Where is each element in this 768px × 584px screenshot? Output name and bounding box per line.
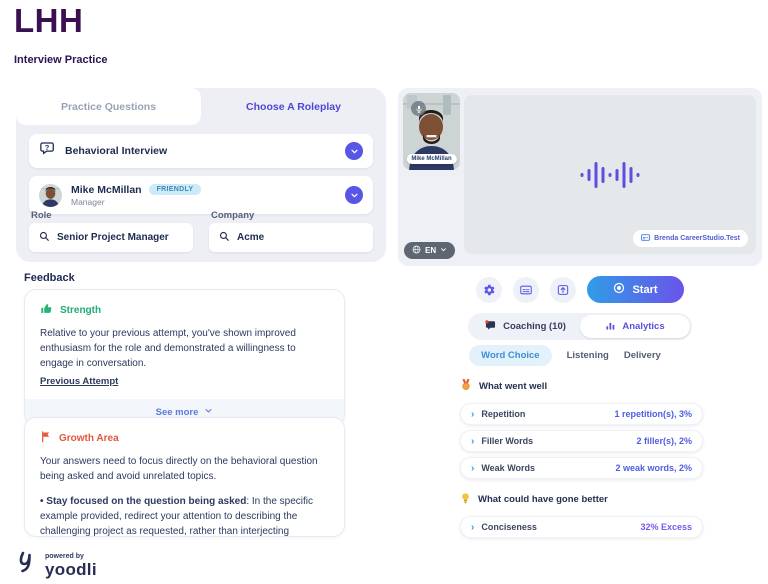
account-pill[interactable]: Brenda CareerStudio.Test	[633, 230, 748, 247]
strength-title: Strength	[60, 305, 101, 316]
persona-dropdown[interactable]: Mike McMillan FRIENDLY Manager	[29, 176, 373, 214]
role-input[interactable]: Senior Project Manager	[29, 223, 193, 252]
subtab-word-choice[interactable]: Word Choice	[469, 345, 551, 366]
record-icon	[613, 282, 625, 297]
persona-subtitle: Manager	[71, 197, 201, 207]
video-stage-panel: Mike McMillan Brenda CareerStudio.Test E…	[398, 88, 762, 266]
chat-bubble-icon	[484, 319, 497, 335]
account-pill-label: Brenda CareerStudio.Test	[654, 235, 740, 242]
upload-button[interactable]	[550, 277, 576, 303]
mic-icon[interactable]	[411, 101, 426, 116]
yoodli-logo-icon	[16, 547, 40, 580]
user-video-area: Brenda CareerStudio.Test	[464, 95, 756, 254]
settings-button[interactable]	[476, 277, 502, 303]
waveform-icon	[581, 162, 640, 188]
recording-controls: Start	[398, 276, 762, 303]
globe-icon	[412, 245, 421, 256]
metric-row-filler-words[interactable]: › Filler Words 2 filler(s), 2%	[460, 430, 703, 452]
flag-icon	[40, 430, 52, 446]
bar-chart-icon	[605, 320, 616, 334]
metric-row-weak-words[interactable]: › Weak Words 2 weak words, 2%	[460, 457, 703, 479]
chevron-right-icon: ›	[471, 436, 474, 447]
roleplay-config-panel: Practice Questions Choose A Roleplay ? B…	[16, 88, 386, 262]
search-icon	[219, 231, 230, 245]
persona-avatar	[39, 184, 62, 207]
powered-by-label: powered by	[45, 553, 97, 561]
tab-practice-questions[interactable]: Practice Questions	[16, 88, 201, 125]
scenario-dropdown[interactable]: ? Behavioral Interview	[29, 134, 373, 168]
gone-better-heading: What could have gone better	[478, 494, 608, 505]
growth-body: Your answers need to focus directly on t…	[40, 454, 329, 484]
language-selector[interactable]: EN	[404, 242, 455, 259]
chevron-down-icon	[440, 246, 447, 255]
tab-analytics[interactable]: Analytics	[580, 315, 690, 338]
strength-card: Strength Relative to your previous attem…	[24, 289, 345, 426]
svg-text:?: ?	[45, 143, 49, 152]
growth-area-card: Growth Area Your answers need to focus d…	[24, 417, 345, 537]
company-field-label: Company	[209, 210, 373, 221]
yoodli-wordmark: yoodli	[45, 561, 97, 580]
tab-choose-a-roleplay[interactable]: Choose A Roleplay	[201, 88, 386, 125]
went-well-heading: What went well	[479, 381, 547, 392]
start-button[interactable]: Start	[587, 276, 684, 303]
previous-attempt-link[interactable]: Previous Attempt	[40, 376, 118, 387]
subtab-listening[interactable]: Listening	[567, 350, 609, 361]
chevron-right-icon: ›	[471, 463, 474, 474]
role-input-value: Senior Project Manager	[57, 232, 169, 243]
scenario-label: Behavioral Interview	[65, 145, 167, 157]
medal-icon	[460, 378, 472, 394]
subtab-delivery[interactable]: Delivery	[624, 350, 661, 361]
page-title: Interview Practice	[14, 54, 108, 66]
language-code: EN	[425, 246, 436, 255]
lhh-logo: LHH	[14, 2, 83, 40]
yoodli-attribution: powered by yoodli	[16, 547, 97, 580]
analytics-subtabs: Word Choice Listening Delivery	[383, 345, 747, 366]
interview-practice-app: LHH Interview Practice Practice Question…	[0, 0, 768, 584]
company-input-value: Acme	[237, 232, 264, 243]
metric-row-repetition[interactable]: › Repetition 1 repetition(s), 3%	[460, 403, 703, 425]
question-bubble-icon: ?	[39, 140, 56, 162]
search-icon	[39, 231, 50, 245]
tab-coaching[interactable]: Coaching (10)	[470, 315, 580, 338]
persona-temperament-badge: FRIENDLY	[149, 184, 202, 195]
speaker-name-label: Mike McMillan	[406, 154, 456, 164]
captions-button[interactable]	[513, 277, 539, 303]
chevron-right-icon: ›	[471, 409, 474, 420]
metric-row-conciseness[interactable]: › Conciseness 32% Excess	[460, 516, 703, 538]
config-tabs: Practice Questions Choose A Roleplay	[16, 88, 386, 125]
feedback-heading: Feedback	[24, 272, 75, 284]
persona-name: Mike McMillan	[71, 184, 142, 196]
results-tabs: Coaching (10) Analytics	[468, 313, 692, 340]
transcript-icon	[641, 233, 650, 244]
growth-bullet: • Stay focused on the question being ask…	[40, 494, 329, 537]
strength-body: Relative to your previous attempt, you'v…	[40, 326, 329, 371]
chevron-right-icon: ›	[471, 522, 474, 533]
company-input[interactable]: Acme	[209, 223, 373, 252]
persona-chevron-down-icon[interactable]	[345, 186, 363, 204]
lightbulb-icon	[460, 492, 471, 507]
role-field-label: Role	[29, 210, 193, 221]
growth-title: Growth Area	[59, 433, 119, 444]
thumbs-up-icon	[40, 302, 53, 318]
speaker-video-thumbnail[interactable]: Mike McMillan	[403, 93, 460, 170]
scenario-chevron-down-icon[interactable]	[345, 142, 363, 160]
